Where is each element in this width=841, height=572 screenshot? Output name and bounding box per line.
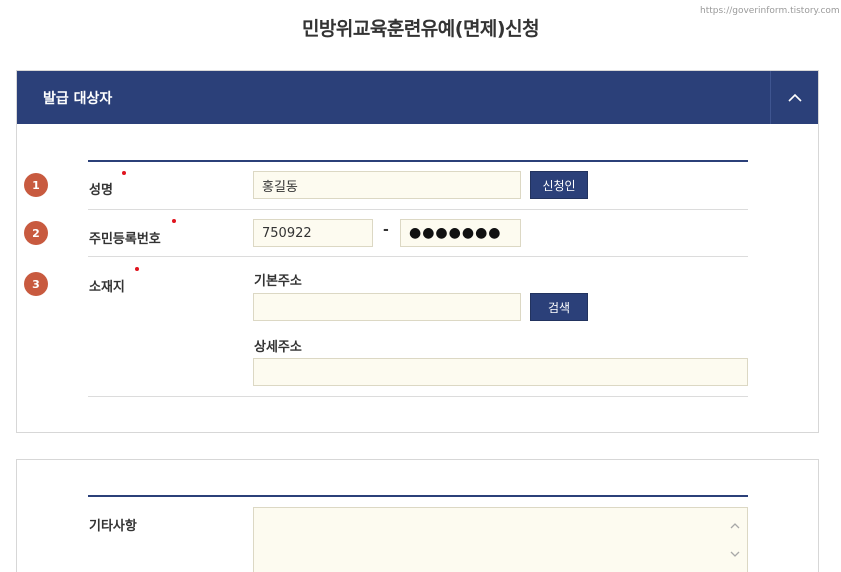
rrn-front-input[interactable]: 750922 bbox=[253, 219, 373, 247]
rrn-separator: - bbox=[383, 222, 389, 238]
etc-textarea[interactable] bbox=[253, 507, 748, 572]
row-divider bbox=[88, 396, 748, 397]
panel-header: 발급 대상자 bbox=[17, 71, 818, 124]
applicant-button[interactable]: 신청인 bbox=[530, 171, 588, 199]
page-title: 민방위교육훈련유예(면제)신청 bbox=[301, 18, 540, 40]
row-divider bbox=[88, 209, 748, 210]
basic-address-label: 기본주소 bbox=[254, 274, 302, 289]
collapse-button[interactable] bbox=[770, 71, 818, 124]
etc-label: 기타사항 bbox=[89, 519, 137, 534]
required-mark bbox=[122, 171, 126, 175]
rrn-back-input[interactable]: ●●●●●●● bbox=[400, 219, 521, 247]
form-top-rule bbox=[88, 160, 748, 162]
panel-title: 발급 대상자 bbox=[43, 90, 113, 107]
applicant-panel: 발급 대상자 1 성명 홍길동 신청인 2 주민등록번호 750922 - ●●… bbox=[16, 70, 819, 433]
required-mark bbox=[172, 219, 176, 223]
address-search-button[interactable]: 검색 bbox=[530, 293, 588, 321]
basic-address-input[interactable] bbox=[253, 293, 521, 321]
scroll-down-icon[interactable] bbox=[729, 548, 741, 560]
step-badge-1: 1 bbox=[24, 173, 48, 197]
required-mark bbox=[135, 267, 139, 271]
step-badge-2: 2 bbox=[24, 221, 48, 245]
chevron-up-icon bbox=[787, 93, 802, 102]
scroll-up-icon[interactable] bbox=[729, 520, 741, 532]
address-label: 소재지 bbox=[89, 280, 125, 295]
etc-panel: 기타사항 bbox=[16, 459, 819, 572]
name-label: 성명 bbox=[89, 183, 113, 198]
form-top-rule bbox=[88, 495, 748, 497]
detail-address-input[interactable] bbox=[253, 358, 748, 386]
row-divider bbox=[88, 256, 748, 257]
step-badge-3: 3 bbox=[24, 272, 48, 296]
name-input[interactable]: 홍길동 bbox=[253, 171, 521, 199]
detail-address-label: 상세주소 bbox=[254, 340, 302, 355]
rrn-label: 주민등록번호 bbox=[89, 232, 161, 247]
